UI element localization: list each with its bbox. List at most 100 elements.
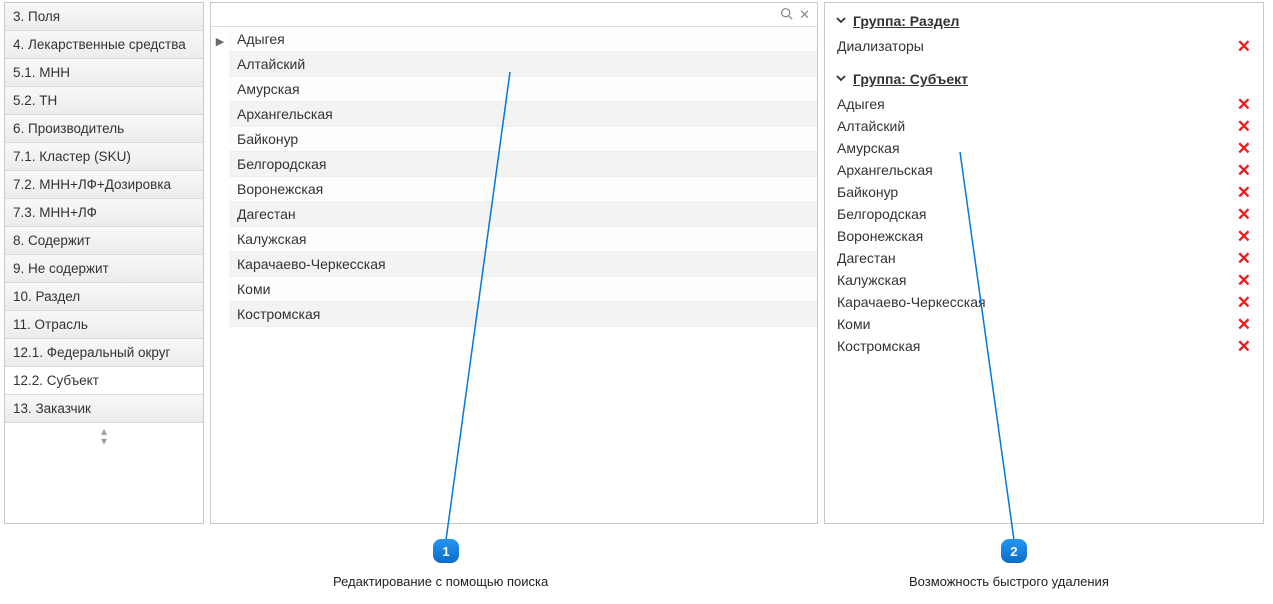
chevron-down-icon (835, 72, 847, 87)
delete-icon[interactable]: ✕ (1237, 38, 1251, 55)
group-row-label: Дагестан (837, 250, 896, 266)
sidebar-item-label: 12.2. Субъект (13, 373, 99, 388)
sidebar-item[interactable]: 12.1. Федеральный округ (5, 339, 203, 367)
group-row-label: Адыгея (837, 96, 885, 112)
sidebar-item[interactable]: 6. Производитель (5, 115, 203, 143)
sidebar-item-label: 7.2. МНН+ЛФ+Дозировка (13, 177, 171, 192)
delete-icon[interactable]: ✕ (1237, 294, 1251, 311)
delete-icon[interactable]: ✕ (1237, 184, 1251, 201)
delete-icon[interactable]: ✕ (1237, 118, 1251, 135)
selection-panel: Группа: Раздел Диализаторы ✕ Группа: Субъек… (824, 2, 1264, 524)
sidebar-item[interactable]: 7.3. МНН+ЛФ (5, 199, 203, 227)
annotation-caption-1: Редактирование с помощью поиска (333, 574, 548, 589)
group-row: Байконур ✕ (835, 181, 1253, 203)
group-row: Дагестан ✕ (835, 247, 1253, 269)
group-row-label: Алтайский (837, 118, 905, 134)
delete-icon[interactable]: ✕ (1237, 272, 1251, 289)
group-row-label: Архангельская (837, 162, 933, 178)
sidebar-item-label: 10. Раздел (13, 289, 80, 304)
sidebar-item[interactable]: 5.1. МНН (5, 59, 203, 87)
group-row-label: Карачаево-Черкесская (837, 294, 986, 310)
list-item[interactable]: Калужская (229, 227, 817, 252)
sidebar-item-label: 12.1. Федеральный округ (13, 345, 170, 360)
delete-icon[interactable]: ✕ (1237, 250, 1251, 267)
annotation-caption-2: Возможность быстрого удаления (909, 574, 1109, 589)
group-row-label: Калужская (837, 272, 906, 288)
sidebar-item[interactable]: 7.2. МНН+ЛФ+Дозировка (5, 171, 203, 199)
group-row: Коми ✕ (835, 313, 1253, 335)
delete-icon[interactable]: ✕ (1237, 140, 1251, 157)
sidebar-item[interactable]: 5.2. ТН (5, 87, 203, 115)
list-item[interactable]: Алтайский (229, 52, 817, 77)
group-row: Белгородская ✕ (835, 203, 1253, 225)
search-icon[interactable] (777, 7, 796, 23)
search-bar: ✕ (211, 3, 817, 27)
sidebar-item[interactable]: 10. Раздел (5, 283, 203, 311)
sidebar-item[interactable]: 9. Не содержит (5, 255, 203, 283)
sidebar-item-label: 7.3. МНН+ЛФ (13, 205, 97, 220)
sidebar-item-label: 8. Содержит (13, 233, 91, 248)
delete-icon[interactable]: ✕ (1237, 316, 1251, 333)
group-header[interactable]: Группа: Субъект (835, 71, 1253, 87)
group-row-label: Байконур (837, 184, 898, 200)
list-item[interactable]: Коми (229, 277, 817, 302)
group-row: Архангельская ✕ (835, 159, 1253, 181)
group-row-label: Воронежская (837, 228, 923, 244)
group-row: Костромская ✕ (835, 335, 1253, 357)
list-item[interactable]: Дагестан (229, 202, 817, 227)
sidebar-scroll-arrows[interactable]: ▴ ▾ (5, 423, 203, 446)
sidebar-item[interactable]: 3. Поля (5, 3, 203, 31)
list-item[interactable]: Карачаево-Черкесская (229, 252, 817, 277)
list-item[interactable]: Амурская (229, 77, 817, 102)
list-item[interactable]: Архангельская (229, 102, 817, 127)
sidebar: 3. Поля 4. Лекарственные средства 5.1. МНН… (4, 2, 204, 524)
chevron-down-icon (835, 14, 847, 29)
group-row-label: Белгородская (837, 206, 927, 222)
annotation-badge-2: 2 (1001, 539, 1027, 563)
group-row: Воронежская ✕ (835, 225, 1253, 247)
group-row-label: Диализаторы (837, 38, 924, 54)
sidebar-item-label: 9. Не содержит (13, 261, 109, 276)
sidebar-item[interactable]: 4. Лекарственные средства (5, 31, 203, 59)
group-row-label: Костромская (837, 338, 920, 354)
sidebar-item-label: 13. Заказчик (13, 401, 91, 416)
sidebar-item-label: 7.1. Кластер (SKU) (13, 149, 131, 164)
search-input[interactable] (215, 3, 777, 26)
sidebar-item[interactable]: 13. Заказчик (5, 395, 203, 423)
group-row: Адыгея ✕ (835, 93, 1253, 115)
group-header[interactable]: Группа: Раздел (835, 13, 1253, 29)
sidebar-item-label: 11. Отрасль (13, 317, 88, 332)
sidebar-item-label: 6. Производитель (13, 121, 124, 136)
clear-search-icon[interactable]: ✕ (796, 7, 813, 23)
current-row-indicator-icon: ▶ (211, 27, 229, 523)
center-panel: ✕ ▶ АдыгеяАлтайскийАмурскаяАрхангельская… (210, 2, 818, 524)
list-item[interactable]: Байконур (229, 127, 817, 152)
sidebar-item-label: 5.1. МНН (13, 65, 70, 80)
list-item[interactable]: Адыгея (229, 27, 817, 52)
delete-icon[interactable]: ✕ (1237, 96, 1251, 113)
delete-icon[interactable]: ✕ (1237, 338, 1251, 355)
subject-list: АдыгеяАлтайскийАмурскаяАрхангельскаяБайк… (229, 27, 817, 523)
sidebar-item[interactable]: 8. Содержит (5, 227, 203, 255)
arrow-down-icon[interactable]: ▾ (5, 436, 203, 446)
sidebar-item-label: 3. Поля (13, 9, 60, 24)
sidebar-item-label: 5.2. ТН (13, 93, 57, 108)
group-row: Карачаево-Черкесская ✕ (835, 291, 1253, 313)
group-row: Калужская ✕ (835, 269, 1253, 291)
list-item[interactable]: Белгородская (229, 152, 817, 177)
sidebar-item[interactable]: 12.2. Субъект (5, 367, 203, 395)
sidebar-item[interactable]: 11. Отрасль (5, 311, 203, 339)
list-item[interactable]: Воронежская (229, 177, 817, 202)
group-row-label: Амурская (837, 140, 900, 156)
group-row-label: Коми (837, 316, 870, 332)
group-row: Диализаторы ✕ (835, 35, 1253, 57)
group-row: Алтайский ✕ (835, 115, 1253, 137)
sidebar-item[interactable]: 7.1. Кластер (SKU) (5, 143, 203, 171)
sidebar-item-label: 4. Лекарственные средства (13, 37, 186, 52)
delete-icon[interactable]: ✕ (1237, 206, 1251, 223)
delete-icon[interactable]: ✕ (1237, 228, 1251, 245)
list-item[interactable]: Костромская (229, 302, 817, 327)
delete-icon[interactable]: ✕ (1237, 162, 1251, 179)
group-header-label: Группа: Субъект (853, 71, 968, 87)
group-header-label: Группа: Раздел (853, 13, 959, 29)
